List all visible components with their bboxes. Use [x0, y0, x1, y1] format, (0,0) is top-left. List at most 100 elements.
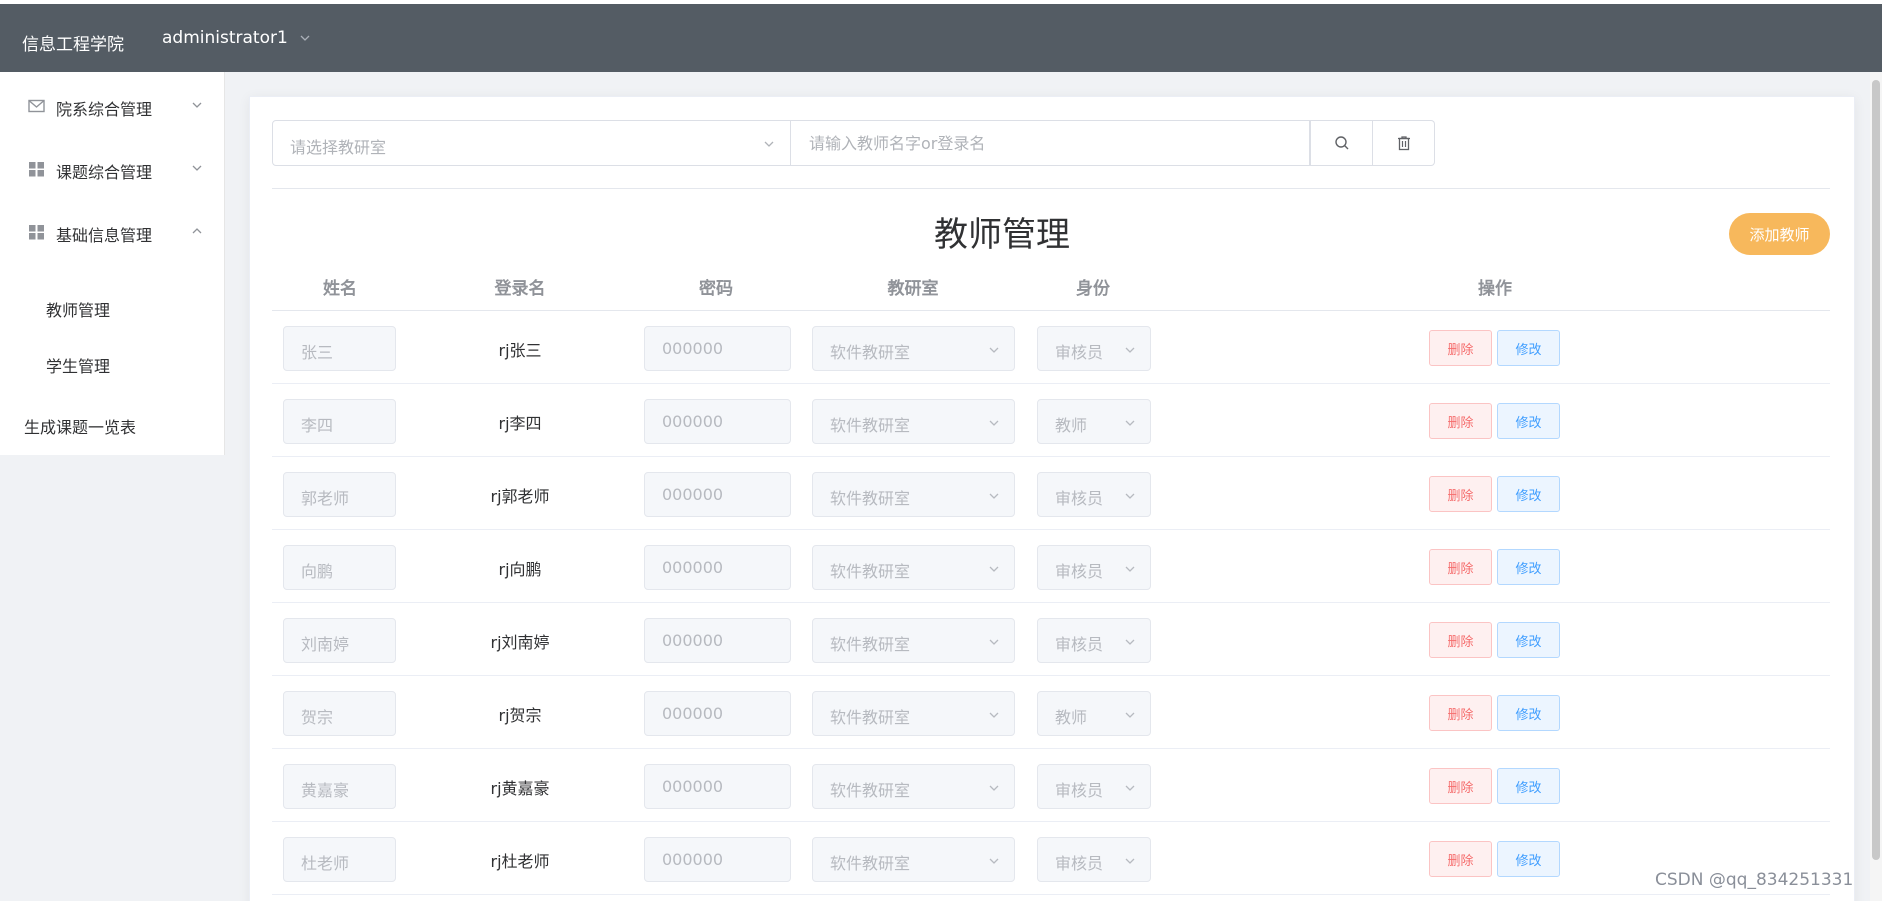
edit-button[interactable]: 修改 — [1497, 403, 1560, 439]
name-input[interactable]: 李四 — [283, 399, 396, 444]
chevron-down-icon — [1125, 858, 1135, 864]
sidebar-menu-basic-info[interactable]: 基础信息管理 — [0, 212, 225, 252]
department-select[interactable]: 软件教研室 — [812, 326, 1015, 371]
department-select[interactable]: 软件教研室 — [812, 691, 1015, 736]
department-select[interactable]: 软件教研室 — [812, 545, 1015, 590]
password-input[interactable]: 000000 — [644, 618, 791, 663]
department-select[interactable]: 请选择教研室 — [272, 120, 791, 166]
role-select[interactable]: 审核员 — [1037, 326, 1151, 371]
search-button[interactable] — [1310, 120, 1373, 166]
trash-icon — [1397, 136, 1410, 151]
table-row: 贺宗 rj贺宗 000000 软件教研室 教师 删除 修改 — [272, 676, 1830, 749]
sidebar-menu-topics[interactable]: 课题综合管理 — [0, 149, 225, 189]
delete-button[interactable]: 删除 — [1429, 695, 1492, 731]
user-menu[interactable]: administrator1 — [162, 28, 312, 48]
name-value: 郭老师 — [301, 489, 350, 508]
password-input[interactable]: 000000 — [644, 545, 791, 590]
name-value: 向鹏 — [301, 562, 334, 581]
login-name: rj杜老师 — [490, 852, 550, 871]
scrollbar-thumb[interactable] — [1872, 80, 1880, 860]
chevron-down-icon[interactable] — [298, 31, 312, 45]
role-value: 教师 — [1055, 708, 1088, 727]
department-select[interactable]: 软件教研室 — [812, 618, 1015, 663]
department-value: 软件教研室 — [830, 489, 911, 508]
department-select[interactable]: 软件教研室 — [812, 399, 1015, 444]
name-input[interactable]: 张三 — [283, 326, 396, 371]
role-select[interactable]: 审核员 — [1037, 764, 1151, 809]
department-select[interactable]: 软件教研室 — [812, 837, 1015, 882]
role-select[interactable]: 审核员 — [1037, 837, 1151, 882]
password-value: 000000 — [662, 777, 724, 796]
edit-button[interactable]: 修改 — [1497, 549, 1560, 585]
delete-button[interactable]: 删除 — [1429, 549, 1492, 585]
name-input[interactable]: 黄嘉豪 — [283, 764, 396, 809]
department-value: 软件教研室 — [830, 343, 911, 362]
password-input[interactable]: 000000 — [644, 399, 791, 444]
sidebar-menu-label: 基础信息管理 — [56, 226, 153, 245]
user-name[interactable]: administrator1 — [162, 28, 288, 48]
department-select[interactable]: 软件教研室 — [812, 472, 1015, 517]
teacher-search-field — [791, 120, 1310, 166]
sidebar-item-teacher-management[interactable]: 教师管理 — [46, 297, 110, 321]
sidebar-menu-department[interactable]: 院系综合管理 — [0, 86, 225, 126]
password-input[interactable]: 000000 — [644, 691, 791, 736]
brand-title[interactable]: 信息工程学院 — [22, 30, 124, 55]
password-input[interactable]: 000000 — [644, 764, 791, 809]
delete-button[interactable]: 删除 — [1429, 403, 1492, 439]
password-value: 000000 — [662, 412, 724, 431]
password-input[interactable]: 000000 — [644, 837, 791, 882]
table-row: 杜老师 rj杜老师 000000 软件教研室 审核员 删除 修改 — [272, 822, 1830, 895]
chevron-down-icon — [989, 420, 999, 426]
name-input[interactable]: 贺宗 — [283, 691, 396, 736]
chevron-down-icon — [1125, 347, 1135, 353]
sidebar-item-topic-list[interactable]: 生成课题一览表 — [24, 414, 136, 438]
chevron-down-icon — [989, 712, 999, 718]
department-select[interactable]: 软件教研室 — [812, 764, 1015, 809]
department-select-placeholder: 请选择教研室 — [290, 138, 387, 157]
name-value: 张三 — [301, 343, 334, 362]
delete-button[interactable]: 删除 — [1429, 841, 1492, 877]
password-input[interactable]: 000000 — [644, 472, 791, 517]
column-header-login: 登录名 — [494, 279, 546, 299]
teacher-search-input[interactable] — [791, 121, 1309, 165]
sidebar-item-student-management[interactable]: 学生管理 — [46, 353, 110, 377]
name-value: 黄嘉豪 — [301, 781, 350, 800]
edit-button[interactable]: 修改 — [1497, 768, 1560, 804]
name-value: 刘南婷 — [301, 635, 350, 654]
grid-icon — [29, 225, 44, 240]
password-input[interactable]: 000000 — [644, 326, 791, 371]
edit-button[interactable]: 修改 — [1497, 841, 1560, 877]
name-input[interactable]: 向鹏 — [283, 545, 396, 590]
department-value: 软件教研室 — [830, 781, 911, 800]
chevron-down-icon — [989, 639, 999, 645]
column-header-actions: 操作 — [1478, 279, 1512, 299]
login-name: rj贺宗 — [498, 706, 542, 725]
department-value: 软件教研室 — [830, 635, 911, 654]
edit-button[interactable]: 修改 — [1497, 476, 1560, 512]
edit-button[interactable]: 修改 — [1497, 695, 1560, 731]
name-value: 杜老师 — [301, 854, 350, 873]
delete-button[interactable]: 删除 — [1429, 768, 1492, 804]
role-select[interactable]: 审核员 — [1037, 472, 1151, 517]
name-input[interactable]: 郭老师 — [283, 472, 396, 517]
delete-button[interactable]: 删除 — [1429, 622, 1492, 658]
chevron-down-icon — [989, 566, 999, 572]
chevron-down-icon — [1125, 785, 1135, 791]
name-value: 贺宗 — [301, 708, 334, 727]
name-input[interactable]: 杜老师 — [283, 837, 396, 882]
role-select[interactable]: 教师 — [1037, 691, 1151, 736]
role-select[interactable]: 教师 — [1037, 399, 1151, 444]
department-value: 软件教研室 — [830, 854, 911, 873]
delete-button[interactable]: 删除 — [1429, 476, 1492, 512]
edit-button[interactable]: 修改 — [1497, 622, 1560, 658]
name-input[interactable]: 刘南婷 — [283, 618, 396, 663]
chevron-down-icon — [1125, 639, 1135, 645]
clear-button[interactable] — [1373, 120, 1435, 166]
add-teacher-button[interactable]: 添加教师 — [1729, 213, 1830, 255]
chevron-down-icon — [1125, 566, 1135, 572]
role-select[interactable]: 审核员 — [1037, 545, 1151, 590]
edit-button[interactable]: 修改 — [1497, 330, 1560, 366]
delete-button[interactable]: 删除 — [1429, 330, 1492, 366]
login-name: rj张三 — [498, 341, 542, 360]
role-select[interactable]: 审核员 — [1037, 618, 1151, 663]
